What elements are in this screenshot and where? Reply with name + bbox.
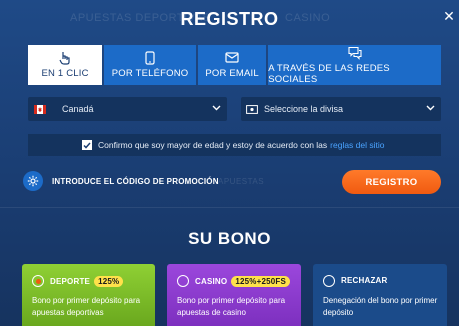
bonus-description: Bono por primer depósito para apuestas d… xyxy=(32,296,141,317)
chevron-down-icon xyxy=(212,105,221,111)
registration-modal: APUESTAS DEPORTIVAS CASINO REGISTRO ✕ EN… xyxy=(0,0,459,326)
terms-checkbox[interactable] xyxy=(82,140,92,150)
chat-icon xyxy=(348,46,362,60)
terms-link[interactable]: reglas del sitio xyxy=(330,140,384,150)
promo-code-link[interactable]: INTRODUCE EL CÓDIGO DE PROMOCIÓN xyxy=(52,177,219,186)
bonus-description: Bono por primer depósito para apuestas d… xyxy=(177,296,286,317)
background-text: APUESTAS xyxy=(218,177,265,186)
bonus-option-label: CASINO xyxy=(195,277,228,286)
tab-label: POR TELÉFONO xyxy=(111,68,189,79)
terms-text: Confirmo que soy mayor de edad y estoy d… xyxy=(98,140,328,150)
tab-phone[interactable]: POR TELÉFONO xyxy=(104,45,196,85)
email-icon xyxy=(225,52,239,63)
radio-unselected[interactable] xyxy=(177,275,189,287)
register-button[interactable]: REGISTRO xyxy=(342,170,441,194)
chevron-down-icon xyxy=(426,105,435,111)
bonus-badge: 125% xyxy=(94,276,124,287)
check-icon xyxy=(83,142,91,149)
pointer-icon xyxy=(59,52,70,65)
canada-flag-icon xyxy=(34,104,46,114)
country-select[interactable]: Canadá xyxy=(28,97,227,121)
bonus-option-casino[interactable]: CASINO 125%+250FS Bono por primer depósi… xyxy=(167,264,301,326)
divider xyxy=(0,207,459,208)
phone-icon xyxy=(145,51,155,65)
bonus-option-sport[interactable]: DEPORTE 125% Bono por primer depósito pa… xyxy=(22,264,155,326)
bonus-option-decline[interactable]: RECHAZAR Denegación del bono por primer … xyxy=(313,264,447,326)
tab-label: EN 1 CLIC xyxy=(41,68,89,79)
tab-one-click[interactable]: EN 1 CLIC xyxy=(28,45,103,85)
country-value: Canadá xyxy=(62,104,94,114)
tab-label: A TRAVÉS DE LAS REDES SOCIALES xyxy=(268,62,390,85)
tab-email[interactable]: POR EMAIL xyxy=(197,45,267,85)
bonus-option-label: DEPORTE xyxy=(50,277,91,286)
bonus-option-label: RECHAZAR xyxy=(341,276,388,285)
tab-social[interactable]: A TRAVÉS DE LAS REDES SOCIALES xyxy=(268,45,441,85)
promo-code-icon[interactable] xyxy=(23,171,43,191)
bonus-description: Denegación del bono por primer depósito xyxy=(323,296,438,317)
page-title: REGISTRO xyxy=(180,9,279,29)
close-icon[interactable]: ✕ xyxy=(441,8,457,24)
currency-select[interactable]: Seleccione la divisa xyxy=(241,97,441,121)
currency-placeholder: Seleccione la divisa xyxy=(264,104,344,114)
radio-unselected[interactable] xyxy=(323,275,335,287)
bonus-badge: 125%+250FS xyxy=(231,276,291,287)
radio-selected[interactable] xyxy=(32,275,44,287)
registration-tabs: EN 1 CLIC POR TELÉFONO POR EMAIL A TRAVÉ… xyxy=(28,45,441,85)
tab-label: POR EMAIL xyxy=(205,68,259,79)
money-icon xyxy=(246,104,258,114)
terms-confirmation: Confirmo que soy mayor de edad y estoy d… xyxy=(28,134,441,156)
bonus-title: SU BONO xyxy=(188,229,271,248)
